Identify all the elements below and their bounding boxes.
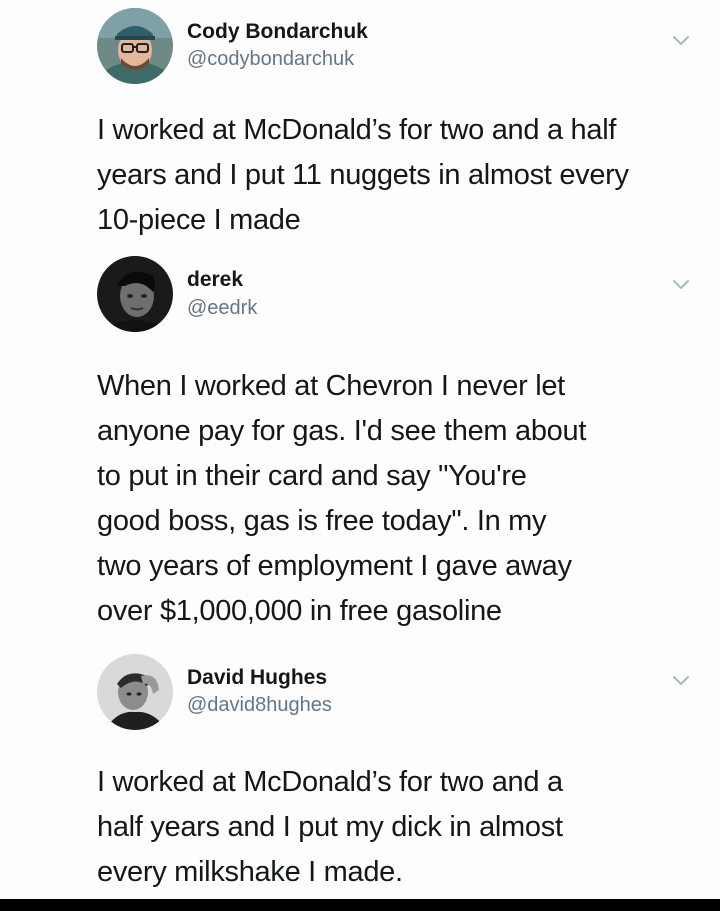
- chevron-down-icon[interactable]: [670, 670, 692, 692]
- tweet-text: I worked at McDonald’s for two and a hal…: [97, 108, 677, 243]
- chevron-down-icon[interactable]: [670, 274, 692, 296]
- tweet-line: anyone pay for gas. I'd see them about: [97, 415, 587, 447]
- tweet-3: David Hughes @david8hughes I worked at M…: [0, 654, 720, 899]
- display-name[interactable]: Cody Bondarchuk: [187, 20, 368, 44]
- avatar[interactable]: [97, 8, 173, 84]
- user-handle[interactable]: @eedrk: [187, 297, 257, 320]
- bottom-bar: [0, 899, 720, 911]
- tweet-line: years and I put 11 nuggets in almost eve…: [97, 159, 629, 191]
- tweet-line: I worked at McDonald’s for two and a: [97, 766, 563, 798]
- tweet-line: two years of employment I gave away: [97, 550, 572, 582]
- dark-portrait-avatar: [97, 256, 173, 332]
- chevron-down-icon[interactable]: [670, 30, 692, 52]
- tweet-header: derek @eedrk: [97, 256, 657, 332]
- tweet-line: When I worked at Chevron I never let: [97, 370, 565, 402]
- tweet-header: David Hughes @david8hughes: [97, 654, 657, 730]
- tweet-line: I worked at McDonald’s for two and a hal…: [97, 114, 617, 146]
- black-and-white-portrait-avatar: [97, 654, 173, 730]
- tweet-line: good boss, gas is free today". In my: [97, 505, 547, 537]
- avatar[interactable]: [97, 256, 173, 332]
- tweet-1: Cody Bondarchuk @codybondarchuk I worked…: [0, 8, 720, 258]
- avatar[interactable]: [97, 654, 173, 730]
- tweet-line: over $1,000,000 in free gasoline: [97, 595, 502, 627]
- display-name[interactable]: David Hughes: [187, 666, 327, 690]
- tweet-2: derek @eedrk When I worked at Chevron I …: [0, 256, 720, 646]
- tweet-text: I worked at McDonald’s for two and a hal…: [97, 760, 677, 895]
- tweet-line: half years and I put my dick in almost: [97, 811, 563, 843]
- tweet-header: Cody Bondarchuk @codybondarchuk: [97, 8, 657, 84]
- tweet-line: 10-piece I made: [97, 204, 301, 236]
- person-with-glasses-and-cap-avatar: [97, 8, 173, 84]
- user-handle[interactable]: @david8hughes: [187, 694, 332, 717]
- display-name[interactable]: derek: [187, 268, 243, 292]
- tweet-line: every milkshake I made.: [97, 856, 403, 888]
- tweet-screenshot: Cody Bondarchuk @codybondarchuk I worked…: [0, 0, 720, 899]
- tweet-line: to put in their card and say "You're: [97, 460, 527, 492]
- tweet-text: When I worked at Chevron I never let any…: [97, 364, 677, 634]
- user-handle[interactable]: @codybondarchuk: [187, 48, 354, 71]
